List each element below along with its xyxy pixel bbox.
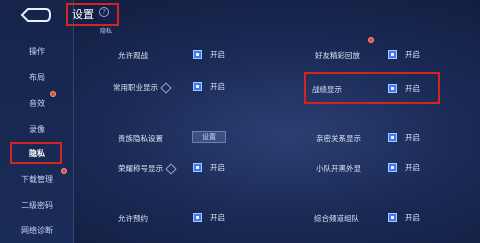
friend-replay-toggle[interactable]: 开启 — [388, 49, 420, 60]
stats-display-label: 战绩显示 — [312, 85, 342, 94]
intimacy-display-toggle[interactable]: 开启 — [388, 132, 420, 143]
honor-title-toggle[interactable]: 开启 — [193, 162, 225, 173]
sidebar-item-sound[interactable]: 音效 — [0, 92, 74, 114]
stats-display-checkbox[interactable] — [388, 84, 397, 93]
help-icon[interactable]: ? — [99, 7, 109, 17]
intimacy-display-label: 亲密关系显示 — [316, 134, 361, 143]
allow-spectate-label: 允许观战 — [118, 51, 148, 60]
stats-display-toggle[interactable]: 开启 — [388, 83, 420, 94]
noble-privacy-settings-button[interactable]: 设置 — [192, 131, 226, 143]
noble-privacy-label: 贵族隐私设置 — [118, 134, 163, 143]
allow-reservation-toggle[interactable]: 开启 — [193, 212, 225, 223]
allow-spectate-checkbox[interactable] — [193, 50, 202, 59]
sidebar-item-privacy[interactable]: 隐私 — [0, 142, 74, 164]
honor-title-label: 荣耀称号显示 — [118, 163, 177, 175]
sidebar: 操作 布局 音效 录像 隐私 下载管理 二级密码 网络诊断 — [0, 0, 74, 243]
section-label: 隐私 — [100, 28, 113, 35]
friend-replay-label: 好友精彩回放 — [315, 51, 360, 60]
download-notification-dot — [61, 168, 67, 174]
squad-display-label: 小队开黑外显 — [316, 164, 361, 173]
allow-reservation-label: 允许预约 — [118, 214, 148, 223]
intimacy-display-checkbox[interactable] — [388, 133, 397, 142]
info-icon[interactable] — [165, 163, 177, 175]
back-icon[interactable] — [18, 6, 52, 24]
honor-title-checkbox[interactable] — [193, 163, 202, 172]
sidebar-item-layout[interactable]: 布局 — [0, 66, 74, 88]
sound-notification-dot — [50, 91, 56, 97]
info-icon[interactable] — [160, 82, 172, 94]
page-title: 设置 — [72, 8, 94, 21]
channel-team-toggle[interactable]: 开启 — [388, 212, 420, 223]
squad-display-toggle[interactable]: 开启 — [388, 162, 420, 173]
allow-spectate-toggle[interactable]: 开启 — [193, 49, 225, 60]
sidebar-item-password[interactable]: 二级密码 — [0, 194, 74, 216]
allow-reservation-checkbox[interactable] — [193, 213, 202, 222]
sidebar-item-network[interactable]: 网络诊断 — [0, 219, 74, 241]
common-role-label: 常用职业显示 — [113, 82, 172, 94]
squad-display-checkbox[interactable] — [388, 163, 397, 172]
sidebar-item-recording[interactable]: 录像 — [0, 118, 74, 140]
channel-team-checkbox[interactable] — [388, 213, 397, 222]
sidebar-item-operation[interactable]: 操作 — [0, 40, 74, 62]
common-role-checkbox[interactable] — [193, 82, 202, 91]
common-role-toggle[interactable]: 开启 — [193, 81, 225, 92]
channel-team-label: 综合频道组队 — [314, 214, 359, 223]
friend-replay-checkbox[interactable] — [388, 50, 397, 59]
replay-notification-dot — [368, 37, 374, 43]
